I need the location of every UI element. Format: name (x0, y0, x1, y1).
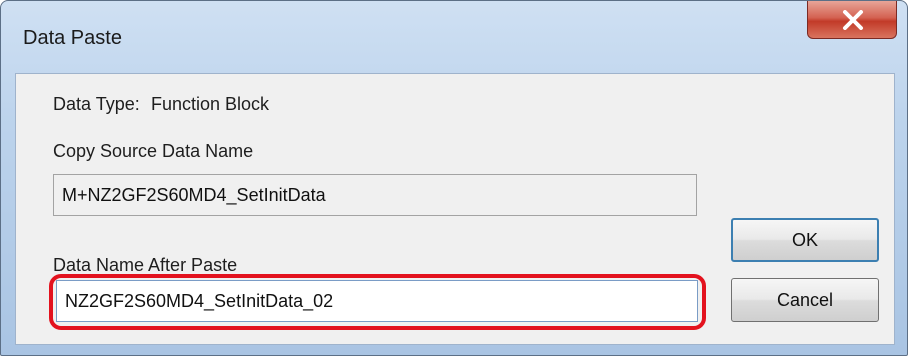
dialog-body: Data Type: Function Block Copy Source Da… (15, 73, 895, 345)
data-type-label: Data Type: (53, 94, 140, 114)
data-type-value: Function Block (151, 94, 270, 114)
paste-name-label: Data Name After Paste (53, 255, 238, 275)
close-icon (843, 10, 863, 30)
title-bar[interactable]: Data Paste (1, 1, 907, 73)
copy-source-field: M+NZ2GF2S60MD4_SetInitData (53, 174, 697, 216)
paste-name-input[interactable]: NZ2GF2S60MD4_SetInitData_02 (56, 280, 698, 322)
ok-button[interactable]: OK (731, 218, 879, 262)
dialog-title: Data Paste (23, 27, 122, 49)
cancel-button[interactable]: Cancel (731, 278, 879, 322)
close-button[interactable] (807, 1, 897, 39)
copy-source-label: Copy Source Data Name (53, 141, 254, 161)
dialog-window: Data Paste Data Type: Function Block Cop… (0, 0, 908, 356)
